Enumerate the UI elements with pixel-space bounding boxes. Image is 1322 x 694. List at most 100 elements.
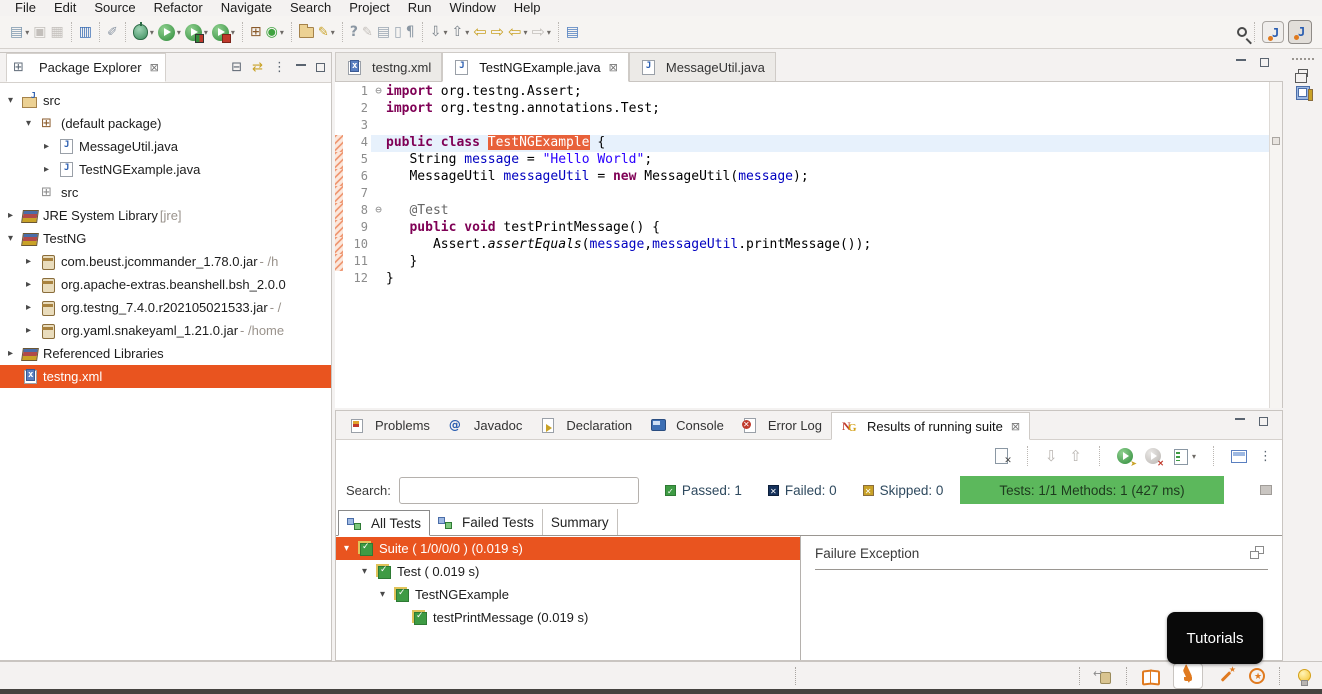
tree-item-com-beust-jcommander-1-78-0-jar[interactable]: ▸com.beust.jcommander_1.78.0.jar - /h <box>0 250 331 273</box>
show-console-button[interactable]: ▥ <box>77 20 94 44</box>
community-icon[interactable] <box>1249 668 1265 684</box>
tree-item-org-testng-7-4-0-r202105021533-jar[interactable]: ▸org.testng_7.4.0.r202105021533.jar - / <box>0 296 331 319</box>
expander-icon[interactable]: ▾ <box>8 95 22 106</box>
maximize-icon[interactable] <box>316 63 325 72</box>
overview-ruler[interactable] <box>1269 82 1282 408</box>
fold-marker[interactable]: ⊖ <box>371 203 386 220</box>
next-annotation-button[interactable]: ⇩▾ <box>428 20 450 44</box>
fold-marker[interactable]: ⊖ <box>371 84 386 101</box>
code-line-8[interactable]: 8⊖ @Test <box>335 203 1282 220</box>
open-element-button[interactable] <box>297 20 316 44</box>
editor-tab-testngexample-java[interactable]: TestNGExample.java⊠ <box>442 52 629 82</box>
new-class-button[interactable]: ◉▾ <box>264 20 286 44</box>
mark-occurrences-button[interactable]: ✐ <box>105 20 120 44</box>
save-all-button[interactable]: ▦ <box>48 20 65 44</box>
back-edit-button[interactable]: ⇦ <box>471 20 488 44</box>
profile-button[interactable]: ▾ <box>210 20 237 44</box>
expander-icon[interactable]: ▾ <box>380 589 394 600</box>
format-button[interactable]: ✎ <box>360 20 375 44</box>
close-view-icon[interactable]: ⊠ <box>150 61 159 74</box>
expander-icon[interactable]: ▾ <box>26 118 40 129</box>
layout-toggle-button[interactable] <box>1260 485 1272 495</box>
code-line-3[interactable]: 3 <box>335 118 1282 135</box>
rerun-failed-icon[interactable] <box>1145 448 1161 464</box>
coverage-button[interactable]: ▾ <box>183 20 210 44</box>
edit-doc-button[interactable]: ▤ <box>375 20 392 44</box>
tree-item-testng[interactable]: ▾TestNG <box>0 227 331 250</box>
code-editor[interactable]: 1⊖import org.testng.Assert;2import org.t… <box>335 82 1283 408</box>
clear-results-icon[interactable] <box>993 448 1010 464</box>
filter-button[interactable]: ▾ <box>1173 448 1196 464</box>
forward-edit-button[interactable]: ⇨ <box>489 20 506 44</box>
tutorials-button[interactable]: Tutorials <box>1167 612 1263 664</box>
menu-file[interactable]: File <box>6 0 45 15</box>
minimize-icon[interactable] <box>1235 417 1245 420</box>
view-tab-declaration[interactable]: Declaration <box>531 411 641 439</box>
close-tab-icon[interactable]: ⊠ <box>609 61 618 74</box>
previous-failure-icon[interactable]: ⇧ <box>1069 447 1082 465</box>
next-failure-icon[interactable]: ⇩ <box>1045 447 1058 465</box>
rerun-test-icon[interactable] <box>1117 448 1133 464</box>
last-edit-location-button[interactable]: ▤ <box>564 20 581 44</box>
tree-item-testngexample-java[interactable]: ▸TestNGExample.java <box>0 158 331 181</box>
close-tab-icon[interactable]: ⊠ <box>1011 420 1020 433</box>
menu-help[interactable]: Help <box>505 0 550 15</box>
expander-icon[interactable]: ▸ <box>44 164 58 175</box>
restore-view-icon[interactable] <box>1298 69 1308 77</box>
tree-item-messageutil-java[interactable]: ▸MessageUtil.java <box>0 135 331 158</box>
code-line-1[interactable]: 1⊖import org.testng.Assert; <box>335 84 1282 101</box>
expander-icon[interactable]: ▸ <box>26 279 40 290</box>
editor-tab-testng-xml[interactable]: testng.xml <box>335 52 442 81</box>
code-line-7[interactable]: 7 <box>335 186 1282 203</box>
view-tab-console[interactable]: Console <box>641 411 733 439</box>
new-java-project-button[interactable]: ⊞ <box>248 20 264 44</box>
menu-source[interactable]: Source <box>85 0 144 15</box>
view-tab-problems[interactable]: Problems <box>340 411 439 439</box>
run-button[interactable]: ▾ <box>156 20 183 44</box>
menu-navigate[interactable]: Navigate <box>212 0 281 15</box>
tree-item-jre-system-library[interactable]: ▸JRE System Library [jre] <box>0 204 331 227</box>
subtab-all-tests[interactable]: All Tests <box>338 510 430 536</box>
tree-item-src[interactable]: src <box>0 181 331 204</box>
tips-lightbulb-icon[interactable] <box>1294 668 1312 684</box>
open-perspective-button[interactable] <box>1260 20 1286 44</box>
compare-icon[interactable] <box>1250 546 1264 559</box>
result-item-testprintmessage-0-019-s[interactable]: testPrintMessage (0.019 s) <box>336 606 800 629</box>
code-line-6[interactable]: 6 MessageUtil messageUtil = new MessageU… <box>335 169 1282 186</box>
expander-icon[interactable]: ▸ <box>8 348 22 359</box>
menu-window[interactable]: Window <box>441 0 505 15</box>
code-line-4[interactable]: 4public class TestNGExample { <box>335 135 1282 152</box>
new-wizard-button[interactable]: ▤▾ <box>8 20 31 44</box>
view-menu-icon[interactable]: ⋮ <box>1259 449 1272 464</box>
menu-refactor[interactable]: Refactor <box>145 0 212 15</box>
result-item-testngexample[interactable]: ▾TestNGExample <box>336 583 800 606</box>
result-item-suite-1-0-0-0-0-019-s[interactable]: ▾Suite ( 1/0/0/0 ) (0.019 s) <box>336 537 800 560</box>
expander-icon[interactable]: ▾ <box>362 566 376 577</box>
tree-item-src[interactable]: ▾src <box>0 89 331 112</box>
maximize-icon[interactable] <box>1260 58 1269 67</box>
menu-edit[interactable]: Edit <box>45 0 85 15</box>
code-line-2[interactable]: 2import org.testng.annotations.Test; <box>335 101 1282 118</box>
code-line-10[interactable]: 10 Assert.assertEquals(message,messageUt… <box>335 237 1282 254</box>
code-line-12[interactable]: 12} <box>335 271 1282 288</box>
subtab-failed-tests[interactable]: Failed Tests <box>430 509 543 535</box>
expander-icon[interactable]: ▸ <box>26 302 40 313</box>
writable-mode-icon[interactable] <box>1094 668 1112 684</box>
editor-tab-messageutil-java[interactable]: MessageUtil.java <box>629 52 776 81</box>
collapse-all-icon[interactable]: ⊟ <box>231 60 242 75</box>
tree-item-testng-xml[interactable]: testng.xml <box>0 365 331 388</box>
wizard-wand-icon[interactable] <box>1217 668 1235 684</box>
view-tab-javadoc[interactable]: Javadoc <box>439 411 531 439</box>
expander-icon[interactable]: ▾ <box>344 543 358 554</box>
documentation-icon[interactable] <box>1141 668 1159 684</box>
link-with-editor-icon[interactable]: ⇄ <box>252 60 263 75</box>
expander-icon[interactable]: ▸ <box>26 325 40 336</box>
search-button[interactable] <box>1235 20 1249 44</box>
view-menu-icon[interactable]: ⋮ <box>273 60 286 75</box>
expander-icon[interactable]: ▸ <box>8 210 22 221</box>
menu-run[interactable]: Run <box>399 0 441 15</box>
tree-item-default-package[interactable]: ▾(default package) <box>0 112 331 135</box>
menu-search[interactable]: Search <box>281 0 340 15</box>
result-item-test-0-019-s[interactable]: ▾Test ( 0.019 s) <box>336 560 800 583</box>
minimize-icon[interactable] <box>1236 58 1246 61</box>
